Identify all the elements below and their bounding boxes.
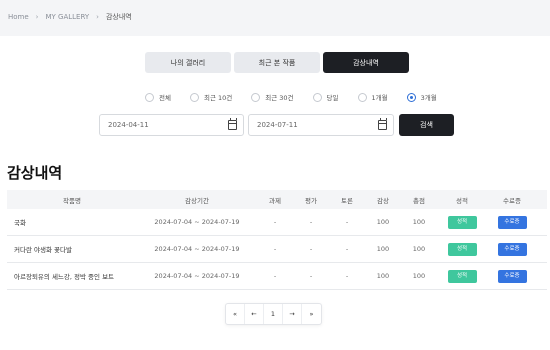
- start-date-field[interactable]: 2024-04-11: [99, 114, 244, 136]
- first-page-icon[interactable]: «: [226, 304, 245, 324]
- history-table: 작품명 감상기간 과제 평가 토론 감상 총점 성적 수료증 국화 2024-0…: [7, 190, 547, 290]
- header-task: 과제: [269, 196, 281, 205]
- radio-label: 당일: [326, 94, 339, 102]
- tab-viewing-history[interactable]: 감상내역: [323, 52, 409, 73]
- artwork-title[interactable]: 커다란 야생화 꽃다발: [7, 244, 137, 254]
- certificate-cell: 수료증: [487, 242, 537, 256]
- radio-circle[interactable]: [251, 92, 261, 102]
- grade-cell: 성적: [437, 269, 487, 283]
- header-grade: 성적: [456, 196, 468, 205]
- eval-score: -: [309, 245, 313, 253]
- radio-label: 3개월: [420, 94, 437, 102]
- grade-button[interactable]: 성적: [447, 215, 477, 229]
- breadcrumb-home-link[interactable]: Home: [8, 13, 29, 21]
- header-title: 작품명: [63, 196, 81, 205]
- radio-circle[interactable]: [406, 92, 416, 102]
- task-score: -: [273, 218, 277, 226]
- certificate-button[interactable]: 수료증: [497, 269, 527, 283]
- radio-label: 최근 30건: [265, 94, 294, 102]
- start-date-value: 2024-04-11: [108, 121, 149, 129]
- view-score: 100: [376, 272, 390, 280]
- next-page-icon[interactable]: →: [283, 304, 302, 324]
- header-eval: 평가: [305, 196, 317, 205]
- artwork-title[interactable]: 국화: [7, 217, 137, 227]
- search-button[interactable]: 검색: [399, 114, 454, 136]
- calendar-icon[interactable]: [228, 118, 237, 130]
- total-score: 100: [412, 218, 426, 226]
- grade-button[interactable]: 성적: [447, 269, 477, 283]
- table-header: 작품명 감상기간 과제 평가 토론 감상 총점 성적 수료증: [7, 190, 547, 209]
- radio-circle[interactable]: [145, 92, 154, 102]
- total-score: 100: [412, 245, 426, 253]
- view-score: 100: [376, 245, 390, 253]
- end-date-value: 2024-07-11: [257, 121, 298, 129]
- certificate-button[interactable]: 수료증: [497, 215, 527, 229]
- viewing-period: 2024-07-04 ~ 2024-07-19: [154, 218, 240, 226]
- certificate-cell: 수료증: [487, 269, 537, 283]
- certificate-button[interactable]: 수료증: [497, 242, 527, 256]
- radio-label: 전체: [159, 94, 171, 102]
- tab-recently-viewed[interactable]: 최근 본 작품: [234, 52, 320, 73]
- eval-score: -: [309, 218, 313, 226]
- radio-label: 1개월: [371, 94, 388, 102]
- table-row: 커다란 야생화 꽃다발 2024-07-04 ~ 2024-07-19 - - …: [7, 236, 547, 263]
- radio-label: 최근 10건: [203, 94, 233, 102]
- page-number[interactable]: 1: [264, 304, 283, 324]
- breadcrumb-separator-icon: ›: [96, 13, 99, 21]
- total-score: 100: [412, 272, 426, 280]
- discussion-score: -: [345, 272, 349, 280]
- artwork-title[interactable]: 아르장퇴유의 세느강, 정박 중인 보트: [7, 271, 137, 281]
- certificate-cell: 수료증: [487, 215, 537, 229]
- discussion-score: -: [345, 245, 349, 253]
- end-date-field[interactable]: 2024-07-11: [248, 114, 394, 136]
- grade-cell: 성적: [437, 242, 487, 256]
- radio-1-month[interactable]: 1개월: [357, 92, 388, 102]
- breadcrumb-current: 감상내역: [105, 13, 132, 21]
- page-title: 감상내역: [7, 164, 63, 182]
- prev-page-icon[interactable]: ←: [245, 304, 264, 324]
- header-discussion: 토론: [341, 196, 353, 205]
- last-page-icon[interactable]: »: [302, 304, 321, 324]
- calendar-icon[interactable]: [378, 118, 387, 130]
- table-row: 아르장퇴유의 세느강, 정박 중인 보트 2024-07-04 ~ 2024-0…: [7, 263, 547, 290]
- radio-all[interactable]: 전체: [145, 92, 171, 102]
- period-filter: 전체 최근 10건 최근 30건 당일 1개월 3개월: [145, 92, 456, 102]
- table-row: 국화 2024-07-04 ~ 2024-07-19 - - - 100 100…: [7, 209, 547, 236]
- radio-3-months[interactable]: 3개월: [406, 92, 437, 102]
- task-score: -: [273, 245, 277, 253]
- header-view: 감상: [377, 196, 389, 205]
- breadcrumb-separator-icon: ›: [35, 13, 39, 21]
- discussion-score: -: [345, 218, 349, 226]
- breadcrumb: Home › MY GALLERY › 감상내역: [8, 12, 132, 22]
- radio-recent-10[interactable]: 최근 10건: [189, 92, 233, 102]
- gallery-tabs: 나의 갤러리 최근 본 작품 감상내역: [145, 52, 412, 73]
- view-score: 100: [376, 218, 390, 226]
- breadcrumb-gallery-link[interactable]: MY GALLERY: [45, 13, 89, 21]
- breadcrumb-bar: Home › MY GALLERY › 감상내역: [0, 0, 550, 36]
- viewing-period: 2024-07-04 ~ 2024-07-19: [154, 245, 240, 253]
- grade-cell: 성적: [437, 215, 487, 229]
- pagination: « ← 1 → »: [225, 303, 322, 325]
- header-period: 감상기간: [185, 196, 209, 205]
- radio-today[interactable]: 당일: [312, 92, 339, 102]
- task-score: -: [273, 272, 277, 280]
- tab-my-gallery[interactable]: 나의 갤러리: [145, 52, 231, 73]
- radio-circle[interactable]: [189, 92, 199, 102]
- header-certificate: 수료증: [503, 196, 521, 205]
- viewing-period: 2024-07-04 ~ 2024-07-19: [154, 272, 240, 280]
- header-total: 총점: [413, 196, 425, 205]
- grade-button[interactable]: 성적: [447, 242, 477, 256]
- eval-score: -: [309, 272, 313, 280]
- radio-recent-30[interactable]: 최근 30건: [251, 92, 294, 102]
- radio-circle[interactable]: [357, 92, 367, 102]
- radio-circle[interactable]: [312, 92, 322, 102]
